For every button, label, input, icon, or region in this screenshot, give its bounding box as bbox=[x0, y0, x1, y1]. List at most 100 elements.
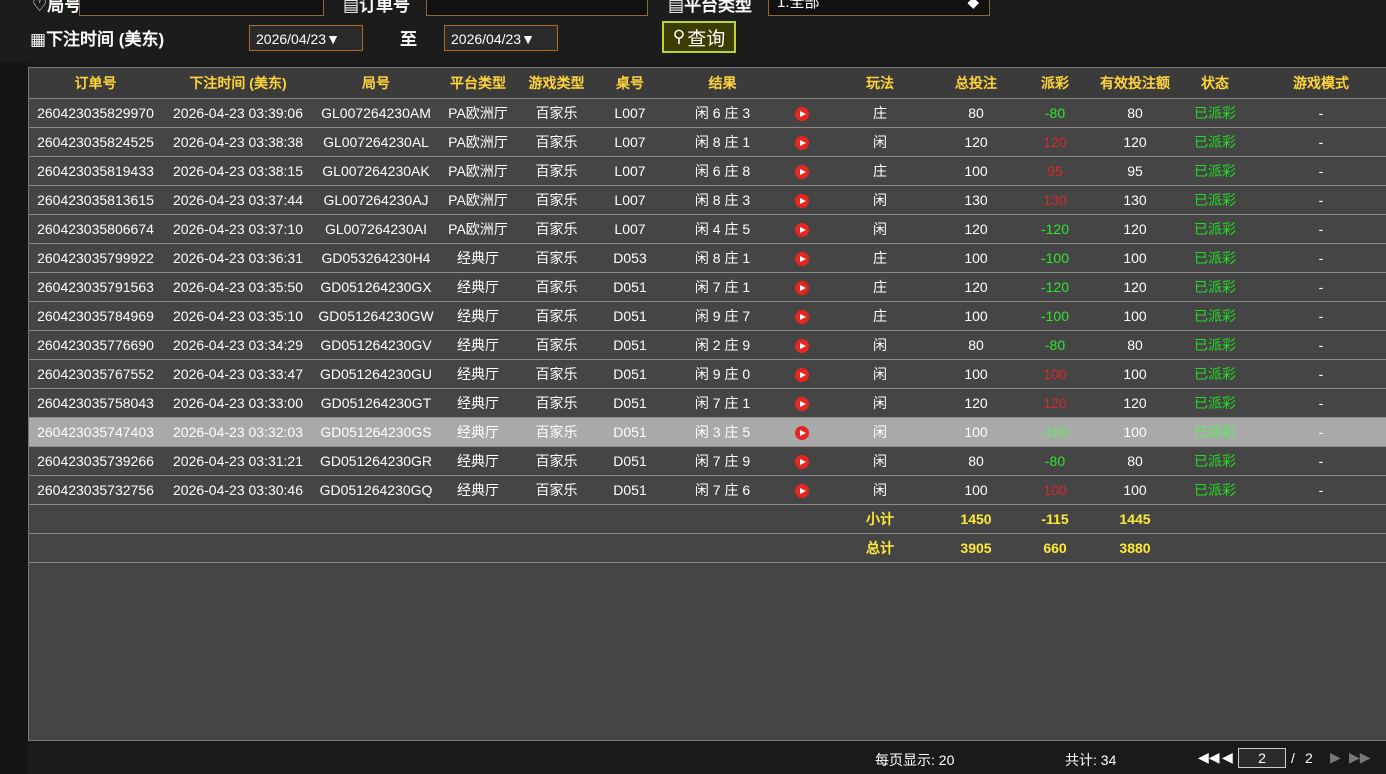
cell-bet: 130 bbox=[937, 185, 1015, 215]
empty-cell bbox=[1175, 504, 1255, 534]
platform-select[interactable]: 1.全部 ◆ bbox=[768, 0, 990, 16]
orders-panel: 订单号 下注时间 (美东) 局号 平台类型 游戏类型 桌号 结果 玩法 总投注 派彩 有效投注额 状态… bbox=[28, 67, 1386, 741]
cell-bet: 120 bbox=[937, 214, 1015, 244]
subtotal-row-bet: 1450 bbox=[937, 504, 1015, 534]
cell-order: 260423035776690 bbox=[29, 330, 162, 360]
next-page-icon[interactable]: ▶ bbox=[1330, 749, 1341, 766]
table-row[interactable]: 260423035806674 2026-04-23 03:37:10 GL0072… bbox=[29, 214, 1386, 244]
cell-round: GD051264230GT bbox=[314, 388, 438, 418]
cell-result: 闲 3 庄 5 bbox=[665, 417, 780, 447]
total-row-label: 总计 bbox=[823, 533, 937, 563]
table-row[interactable]: 260423035799922 2026-04-23 03:36:31 GD0532… bbox=[29, 243, 1386, 273]
play-video-icon[interactable] bbox=[794, 194, 809, 209]
play-video-icon[interactable] bbox=[794, 136, 809, 151]
play-video-icon[interactable] bbox=[794, 368, 809, 383]
cell-payout: 120 bbox=[1015, 388, 1095, 418]
total-pages-text: 2 bbox=[1305, 750, 1313, 766]
play-video-icon[interactable] bbox=[794, 339, 809, 354]
cell-result: 闲 8 庄 1 bbox=[665, 243, 780, 273]
cell-payout: -120 bbox=[1015, 272, 1095, 302]
cell-play: 闲 bbox=[823, 417, 937, 447]
cell-play: 闲 bbox=[823, 359, 937, 389]
play-video-icon[interactable] bbox=[794, 455, 809, 470]
cell-platform: PA欧洲厅 bbox=[438, 214, 518, 244]
round-input[interactable] bbox=[79, 0, 324, 16]
table-row[interactable]: 260423035747403 2026-04-23 03:32:03 GD0512… bbox=[29, 417, 1386, 447]
table-row[interactable]: 260423035819433 2026-04-23 03:38:15 GL0072… bbox=[29, 156, 1386, 186]
cell-bet: 80 bbox=[937, 98, 1015, 128]
empty-cell bbox=[1255, 504, 1386, 534]
cell-status: 已派彩 bbox=[1175, 301, 1255, 331]
table-row[interactable]: 260423035739266 2026-04-23 03:31:21 GD0512… bbox=[29, 446, 1386, 476]
table-row[interactable]: 260423035824525 2026-04-23 03:38:38 GL0072… bbox=[29, 127, 1386, 157]
cell-mode: - bbox=[1255, 446, 1386, 476]
cell-valid: 95 bbox=[1095, 156, 1175, 186]
first-page-icon[interactable]: ◀◀ bbox=[1198, 749, 1220, 766]
play-video-icon[interactable] bbox=[794, 426, 809, 441]
cell-valid: 120 bbox=[1095, 214, 1175, 244]
document-icon: ▤ bbox=[668, 0, 685, 15]
cell-play: 庄 bbox=[823, 272, 937, 302]
play-video-icon[interactable] bbox=[794, 223, 809, 238]
date-to-picker[interactable]: 2026/04/23▼ bbox=[444, 25, 558, 51]
calendar-icon: ▦ bbox=[30, 30, 47, 49]
cell-status: 已派彩 bbox=[1175, 98, 1255, 128]
cell-game: 百家乐 bbox=[518, 98, 595, 128]
play-video-icon[interactable] bbox=[794, 252, 809, 267]
cell-play: 庄 bbox=[823, 156, 937, 186]
play-video-icon[interactable] bbox=[794, 107, 809, 122]
filter-bar: ♡局号 ▤订单号 ▤平台类型 1.全部 ◆ ▦下注时间 (美东) 2026/04… bbox=[0, 0, 1386, 62]
table-row[interactable]: 260423035767552 2026-04-23 03:33:47 GD0512… bbox=[29, 359, 1386, 389]
cell-round: GL007264230AK bbox=[314, 156, 438, 186]
cell-bet: 80 bbox=[937, 330, 1015, 360]
order-input[interactable] bbox=[426, 0, 648, 16]
cell-order: 260423035806674 bbox=[29, 214, 162, 244]
cell-valid: 80 bbox=[1095, 446, 1175, 476]
empty-cell bbox=[1255, 533, 1386, 563]
cell-payout: 120 bbox=[1015, 127, 1095, 157]
replay-cell bbox=[780, 446, 823, 476]
cell-round: GD053264230H4 bbox=[314, 243, 438, 273]
play-video-icon[interactable] bbox=[794, 397, 809, 412]
last-page-icon[interactable]: ▶▶ bbox=[1349, 749, 1371, 766]
play-video-icon[interactable] bbox=[794, 165, 809, 180]
cell-mode: - bbox=[1255, 214, 1386, 244]
cell-game: 百家乐 bbox=[518, 417, 595, 447]
replay-cell bbox=[780, 475, 823, 505]
cell-platform: 经典厅 bbox=[438, 272, 518, 302]
play-video-icon[interactable] bbox=[794, 310, 809, 325]
cell-mode: - bbox=[1255, 475, 1386, 505]
empty-cell bbox=[314, 533, 438, 563]
pagination-bar: 每页显示: 20 共计: 34 ◀◀ ◀ 2 / 2 ▶ ▶▶ bbox=[28, 740, 1386, 774]
cell-bet: 80 bbox=[937, 446, 1015, 476]
cell-time: 2026-04-23 03:33:47 bbox=[162, 359, 314, 389]
table-row[interactable]: 260423035813615 2026-04-23 03:37:44 GL0072… bbox=[29, 185, 1386, 215]
query-button[interactable]: ⚲ 查询 bbox=[662, 21, 736, 53]
cell-play: 庄 bbox=[823, 301, 937, 331]
table-row[interactable]: 260423035732756 2026-04-23 03:30:46 GD0512… bbox=[29, 475, 1386, 505]
cell-mode: - bbox=[1255, 243, 1386, 273]
table-row[interactable]: 260423035791563 2026-04-23 03:35:50 GD0512… bbox=[29, 272, 1386, 302]
play-video-icon[interactable] bbox=[794, 281, 809, 296]
prev-page-icon[interactable]: ◀ bbox=[1222, 749, 1233, 766]
replay-cell bbox=[780, 156, 823, 186]
column-header: 结果 bbox=[665, 68, 780, 99]
table-row[interactable]: 260423035784969 2026-04-23 03:35:10 GD0512… bbox=[29, 301, 1386, 331]
table-row[interactable]: 260423035758043 2026-04-23 03:33:00 GD0512… bbox=[29, 388, 1386, 418]
column-header: 局号 bbox=[314, 68, 438, 99]
cell-game: 百家乐 bbox=[518, 243, 595, 273]
round-filter-label: ♡局号 bbox=[32, 0, 81, 16]
subtotal-row-label: 小计 bbox=[823, 504, 937, 534]
play-video-icon[interactable] bbox=[794, 484, 809, 499]
page-number-input[interactable]: 2 bbox=[1238, 748, 1286, 768]
empty-cell bbox=[518, 504, 595, 534]
table-row[interactable]: 260423035829970 2026-04-23 03:39:06 GL0072… bbox=[29, 98, 1386, 128]
cell-valid: 100 bbox=[1095, 243, 1175, 273]
cell-payout: -80 bbox=[1015, 446, 1095, 476]
cell-table: L007 bbox=[595, 185, 665, 215]
cell-platform: 经典厅 bbox=[438, 330, 518, 360]
date-from-picker[interactable]: 2026/04/23▼ bbox=[249, 25, 363, 51]
empty-cell bbox=[665, 504, 780, 534]
cell-bet: 100 bbox=[937, 243, 1015, 273]
table-row[interactable]: 260423035776690 2026-04-23 03:34:29 GD0512… bbox=[29, 330, 1386, 360]
